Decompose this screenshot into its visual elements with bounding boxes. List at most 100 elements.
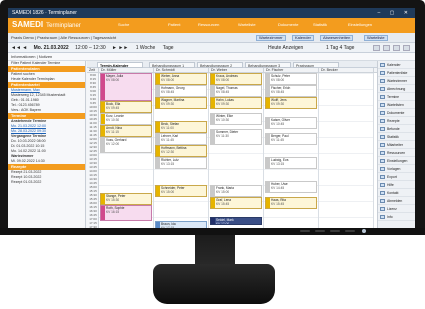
zoom-buttons[interactable]: 1 Tag 4 Tage: [326, 43, 354, 53]
menu-item[interactable]: Ressourcen: [198, 22, 219, 27]
appointment-flag: [156, 74, 160, 84]
calendar-column[interactable]: Weber, Anna KV 08:00 Hofmann, Georg KV 08:4…: [154, 73, 209, 229]
appointment[interactable]: Hahn, Lukas KV 09:30: [210, 97, 262, 109]
appointment[interactable]: Graf, Lena KV 15:45: [210, 197, 262, 209]
appointment[interactable]: Kraus, Andreas KV 08:00: [210, 73, 262, 85]
info-tabs[interactable]: Informationen | Notizen: [11, 54, 52, 59]
appointment[interactable]: Seidel, Mark KV 17:00: [210, 217, 262, 225]
appointment-flag: [211, 74, 215, 84]
right-panel-item[interactable]: Vorlagen: [378, 165, 415, 173]
appointment[interactable]: Kaiser, Oliver KV 10:45: [265, 117, 317, 129]
range-select[interactable]: 1 Woche: [136, 45, 156, 51]
calendar-column[interactable]: Mayer, Julia KV 08:00 Bock, Ella KV 09:45 Ku…: [99, 73, 154, 229]
monitor-button[interactable]: [315, 230, 325, 232]
appointment[interactable]: Lehner, Karl KV 11:45: [155, 133, 207, 145]
right-panel-item[interactable]: Ressourcen: [378, 149, 415, 157]
right-panel-item[interactable]: Kalender: [378, 61, 415, 69]
appointment[interactable]: Roth, Sophie KV 16:15: [100, 205, 152, 221]
settings-icon[interactable]: [403, 45, 410, 51]
grid-line: [319, 89, 373, 90]
help-icon[interactable]: [393, 45, 400, 51]
appointment-detail: KV 10:30: [106, 118, 120, 122]
appointment[interactable]: Nagel, Thomas KV 08:45: [210, 85, 262, 97]
appointment[interactable]: Hofmann, Georg KV 08:45: [155, 85, 207, 97]
grid-line: [99, 169, 153, 170]
current-date[interactable]: Mo. 21.03.2022: [34, 45, 69, 51]
view-tab-warteliste[interactable]: Warteliste: [364, 35, 388, 41]
time-range[interactable]: 12:00 – 12:30: [75, 45, 106, 51]
monitor-button[interactable]: [345, 230, 355, 232]
appointment[interactable]: Kurz, Leonie KV 10:30: [100, 113, 152, 125]
right-panel-item[interactable]: Wartelisten: [378, 101, 415, 109]
location-path[interactable]: Praxis Demo | Praxisraum | Alle Ressourc…: [11, 35, 116, 40]
appointment-detail: KV 09:30: [271, 102, 285, 106]
nav-next-buttons[interactable]: ► ►►: [112, 45, 128, 51]
right-panel-item[interactable]: Befunde: [378, 125, 415, 133]
right-panel-item[interactable]: Dokumente: [378, 109, 415, 117]
appointment[interactable]: Bock, Ella KV 09:45: [100, 101, 152, 113]
right-panel-item[interactable]: Patientenliste: [378, 69, 415, 77]
grid-line: [154, 217, 208, 218]
panel-item-icon: [380, 175, 385, 179]
right-panel-item[interactable]: Abrechnung: [378, 85, 415, 93]
appointment[interactable]: Mayer, Julia KV 08:00: [100, 73, 152, 101]
appointment-detail: KV 08:45: [161, 90, 175, 94]
right-panel-item[interactable]: Hilfe: [378, 181, 415, 189]
appointment[interactable]: Ludwig, Eva KV 13:15: [265, 157, 317, 169]
nav-prev-buttons[interactable]: ◄◄ ◄: [11, 45, 27, 51]
calendar-column[interactable]: Kraus, Andreas KV 08:00 Nagel, Thomas KV 08…: [209, 73, 264, 229]
right-panel-item[interactable]: Rezepte: [378, 117, 415, 125]
filter-buttons[interactable]: Heute Anzeigen: [268, 43, 303, 53]
menu-item[interactable]: Suche: [118, 22, 129, 27]
appointment-detail: KV 15:00: [161, 190, 175, 194]
menu-item[interactable]: Einstellungen: [348, 22, 372, 27]
menu-item[interactable]: Dokumente: [278, 22, 298, 27]
appointment[interactable]: Richter, Lutz KV 13:15: [155, 157, 207, 169]
appointment[interactable]: Berger, Paul KV 11:45: [265, 133, 317, 145]
calendar-column[interactable]: Schulz, Peter KV 08:00 Fischer, Erich KV 08…: [264, 73, 319, 229]
window-controls[interactable]: – ▢ ✕: [378, 8, 412, 18]
right-panel-item[interactable]: Kontakt: [378, 189, 415, 197]
appointment[interactable]: Huber, Uwe KV 14:45: [265, 181, 317, 193]
appointment[interactable]: Hoffmann, Bettina KV 12:30: [155, 145, 207, 157]
calendar-column[interactable]: [319, 73, 374, 229]
appointment[interactable]: Wolff, Jens KV 09:30: [265, 97, 317, 109]
appointment[interactable]: Winter, Elke KV 10:30: [210, 113, 262, 125]
appointment-flag: [211, 98, 215, 108]
right-panel-item[interactable]: Termine: [378, 93, 415, 101]
right-panel-item[interactable]: Wartezimmer: [378, 77, 415, 85]
appointment[interactable]: Fischer, Erich KV 08:45: [265, 85, 317, 97]
right-panel-item[interactable]: Lizenz: [378, 205, 415, 213]
right-panel-item[interactable]: Mitarbeiter: [378, 141, 415, 149]
appointment[interactable]: Weber, Anna KV 08:00: [155, 73, 207, 85]
appointment[interactable]: Voss, Gerhard KV 12:00: [100, 137, 152, 153]
appointment[interactable]: Haas, Rita KV 15:45: [265, 197, 317, 209]
menu-item[interactable]: Patient: [168, 22, 180, 27]
power-led-icon[interactable]: [362, 229, 366, 233]
appointment[interactable]: Beck, Stefan KV 11:00: [155, 121, 207, 133]
appointment[interactable]: Schneider, Peter KV 15:00: [155, 185, 207, 197]
right-panel-item[interactable]: Export: [378, 173, 415, 181]
search-icon[interactable]: [373, 45, 380, 51]
right-panel-item[interactable]: Abmelden: [378, 197, 415, 205]
appointment[interactable]: Sommer, Dieter KV 11:30: [210, 129, 262, 145]
right-panel-item[interactable]: Info: [378, 213, 415, 221]
view-tab-kalender[interactable]: Kalender: [292, 35, 315, 41]
menu-item[interactable]: Warteliste: [238, 22, 256, 27]
view-select[interactable]: Tage: [163, 45, 174, 51]
appointment[interactable]: Stange, Peter KV 15:30: [100, 193, 152, 205]
view-tab-abwesenheiten[interactable]: Abwesenheiten: [320, 35, 354, 41]
monitor-button[interactable]: [300, 230, 310, 232]
appointment[interactable]: Wagner, Martina KV 09:30: [155, 97, 207, 109]
menu-item[interactable]: Statistik: [313, 22, 327, 27]
appointment[interactable]: Arndt, Nina KV 11:15: [100, 125, 152, 137]
appointment[interactable]: Frank, Maria KV 15:00: [210, 185, 262, 197]
monitor-button[interactable]: [330, 230, 340, 232]
right-panel-item[interactable]: Einstellungen: [378, 157, 415, 165]
appointment-detail: KV 08:00: [271, 78, 285, 82]
right-panel-item[interactable]: Statistik: [378, 133, 415, 141]
view-tab-wartezimmer[interactable]: Wartezimmer: [256, 35, 286, 41]
sidebar-row[interactable]: Rezept 01.03.2022: [8, 180, 85, 185]
print-icon[interactable]: [383, 45, 390, 51]
appointment[interactable]: Schulz, Peter KV 08:00: [265, 73, 317, 85]
